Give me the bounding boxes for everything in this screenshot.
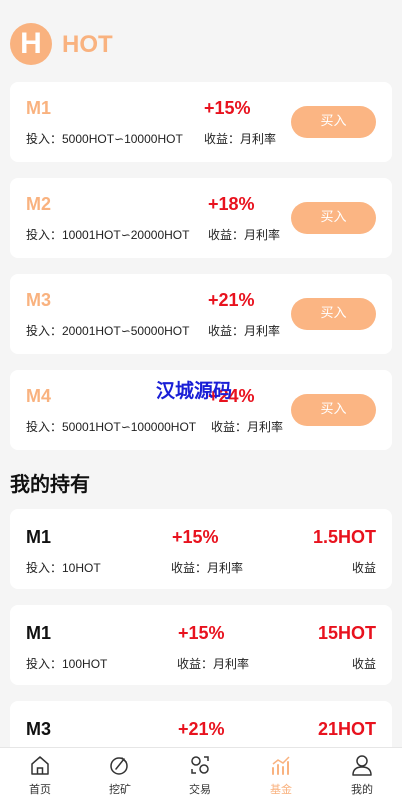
holding-card: M1 +15% 1.5HOT 投入：10HOT 收益：月利率 收益 xyxy=(10,509,392,589)
fund-rate: +21% xyxy=(208,290,255,310)
holding-invest: 投入：10HOT xyxy=(26,561,101,575)
holding-profit-label: 收益 xyxy=(351,657,376,671)
holding-amount: 1.5HOT xyxy=(312,527,376,547)
fund-card: M3 +21% 投入：20001HOT∽50000HOT 收益：月利率 买入 xyxy=(10,274,392,354)
fund-invest-range: 投入：20001HOT∽50000HOT xyxy=(26,324,190,338)
fund-profit-type: 收益：月利率 xyxy=(208,324,281,338)
fund-name: M3 xyxy=(26,290,52,310)
bottom-tabbar: 首页 挖矿 交易 基金 我的 xyxy=(0,747,402,799)
user-icon xyxy=(352,755,372,776)
tab-home[interactable]: 首页 xyxy=(0,748,80,799)
holding-name: M1 xyxy=(26,527,52,547)
fund-rate: +15% xyxy=(204,98,251,118)
tab-label: 交易 xyxy=(189,783,211,796)
fund-profit-type: 收益：月利率 xyxy=(208,228,281,242)
holding-name: M1 xyxy=(26,623,52,643)
fund-rate: +18% xyxy=(208,194,255,214)
buy-button[interactable]: 买入 xyxy=(291,394,376,426)
fund-name: M1 xyxy=(26,98,52,118)
logo-icon: H xyxy=(10,23,52,65)
fund-profit-type: 收益：月利率 xyxy=(211,420,284,434)
holding-profit-type: 收益：月利率 xyxy=(171,561,244,575)
holding-card: M3 +21% 21HOT xyxy=(10,701,392,747)
trade-icon xyxy=(191,756,209,774)
tab-mine[interactable]: 我的 xyxy=(322,748,402,799)
home-icon xyxy=(31,756,49,775)
buy-button[interactable]: 买入 xyxy=(291,202,376,234)
holding-card: M1 +15% 15HOT 投入：100HOT 收益：月利率 收益 xyxy=(10,605,392,685)
buy-button[interactable]: 买入 xyxy=(291,298,376,330)
holding-profit-label: 收益 xyxy=(351,561,376,575)
buy-button[interactable]: 买入 xyxy=(291,106,376,138)
holding-amount: 21HOT xyxy=(317,719,376,739)
tab-label: 我的 xyxy=(351,783,373,796)
holding-invest: 投入：100HOT xyxy=(26,657,108,671)
fund-card: M2 +18% 投入：10001HOT∽20000HOT 收益：月利率 买入 xyxy=(10,178,392,258)
tab-label: 首页 xyxy=(29,783,51,796)
holding-name: M3 xyxy=(26,719,52,739)
fund-name: M2 xyxy=(26,194,52,214)
header: H HOT xyxy=(0,0,402,80)
fund-name: M4 xyxy=(26,386,52,406)
holding-rate: +15% xyxy=(178,623,225,643)
fund-invest-range: 投入：10001HOT∽20000HOT xyxy=(26,228,190,242)
logo-letter: H xyxy=(20,27,42,60)
fund-chart-icon xyxy=(272,756,290,775)
fund-profit-type: 收益：月利率 xyxy=(204,132,277,146)
mining-icon xyxy=(110,757,128,775)
holding-profit-type: 收益：月利率 xyxy=(177,657,250,671)
fund-card: M1 +15% 投入：5000HOT∽10000HOT 收益：月利率 买入 xyxy=(10,82,392,162)
tab-mining[interactable]: 挖矿 xyxy=(80,748,160,799)
holdings-section-title: 我的持有 xyxy=(10,472,90,496)
tab-trade[interactable]: 交易 xyxy=(160,748,240,799)
tab-label: 挖矿 xyxy=(109,783,131,796)
brand-title: HOT xyxy=(62,31,113,58)
fund-invest-range: 投入：5000HOT∽10000HOT xyxy=(26,132,183,146)
tab-label: 基金 xyxy=(270,783,292,796)
watermark-text: 汉城源码 xyxy=(156,380,233,402)
holding-rate: +21% xyxy=(178,719,225,739)
holding-amount: 15HOT xyxy=(317,623,376,643)
page-scroll[interactable]: H HOT M1 +15% 投入：5000HOT∽10000HOT 收益：月利率… xyxy=(0,0,402,747)
holding-rate: +15% xyxy=(172,527,219,547)
fund-invest-range: 投入：50001HOT∽100000HOT xyxy=(26,420,197,434)
tab-fund[interactable]: 基金 xyxy=(241,748,321,799)
